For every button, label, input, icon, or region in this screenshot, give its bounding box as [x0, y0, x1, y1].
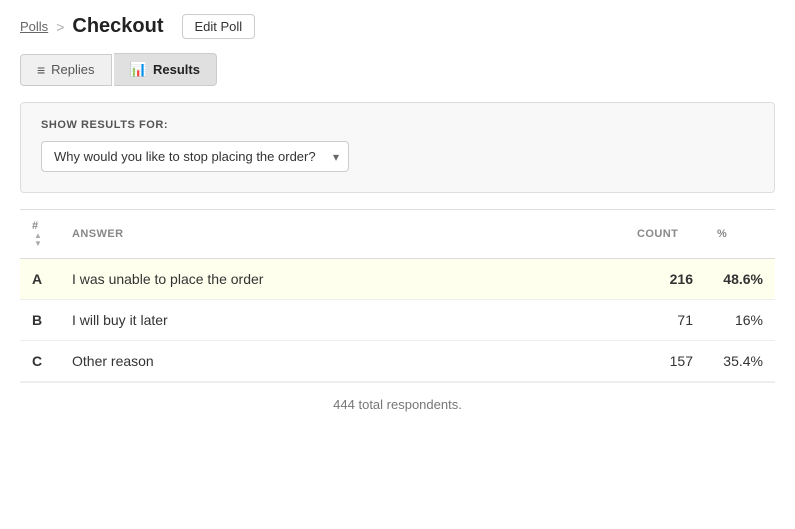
tab-results-label: Results	[153, 62, 200, 77]
tab-replies-label: Replies	[51, 62, 94, 77]
tab-results[interactable]: 📊 Results	[114, 53, 217, 86]
breadcrumb-separator: >	[56, 19, 64, 35]
filter-select[interactable]: Why would you like to stop placing the o…	[41, 141, 349, 172]
cell-count: 216	[625, 259, 705, 300]
filter-label: SHOW RESULTS FOR:	[41, 119, 754, 131]
results-icon: 📊	[130, 61, 147, 78]
sort-icon: ▲▼	[34, 232, 42, 248]
table-row: A I was unable to place the order 216 48…	[20, 259, 775, 300]
cell-pct: 16%	[705, 300, 775, 341]
cell-answer: I was unable to place the order	[60, 259, 625, 300]
cell-pct: 48.6%	[705, 259, 775, 300]
cell-letter: C	[20, 341, 60, 382]
tab-replies[interactable]: ≡ Replies	[20, 54, 112, 86]
col-header-hash: # ▲▼	[20, 210, 60, 259]
cell-letter: A	[20, 259, 60, 300]
breadcrumb-polls-link[interactable]: Polls	[20, 19, 48, 34]
cell-pct: 35.4%	[705, 341, 775, 382]
table-footer: 444 total respondents.	[20, 382, 775, 426]
cell-letter: B	[20, 300, 60, 341]
breadcrumb-current: Checkout	[72, 15, 163, 38]
cell-count: 71	[625, 300, 705, 341]
table-row: C Other reason 157 35.4%	[20, 341, 775, 382]
table-header-row: # ▲▼ ANSWER COUNT %	[20, 210, 775, 259]
filter-select-wrap: Why would you like to stop placing the o…	[41, 141, 349, 172]
cell-answer: Other reason	[60, 341, 625, 382]
breadcrumb: Polls > Checkout Edit Poll	[0, 0, 795, 49]
tab-bar: ≡ Replies 📊 Results	[0, 49, 795, 98]
col-header-pct: %	[705, 210, 775, 259]
results-table-wrap: # ▲▼ ANSWER COUNT % A I was unable to pl…	[20, 209, 775, 382]
edit-poll-button[interactable]: Edit Poll	[182, 14, 256, 39]
table-row: B I will buy it later 71 16%	[20, 300, 775, 341]
cell-answer: I will buy it later	[60, 300, 625, 341]
col-header-count: COUNT	[625, 210, 705, 259]
cell-count: 157	[625, 341, 705, 382]
replies-icon: ≡	[37, 62, 45, 78]
filter-panel: SHOW RESULTS FOR: Why would you like to …	[20, 102, 775, 193]
col-header-answer: ANSWER	[60, 210, 625, 259]
results-table: # ▲▼ ANSWER COUNT % A I was unable to pl…	[20, 209, 775, 382]
